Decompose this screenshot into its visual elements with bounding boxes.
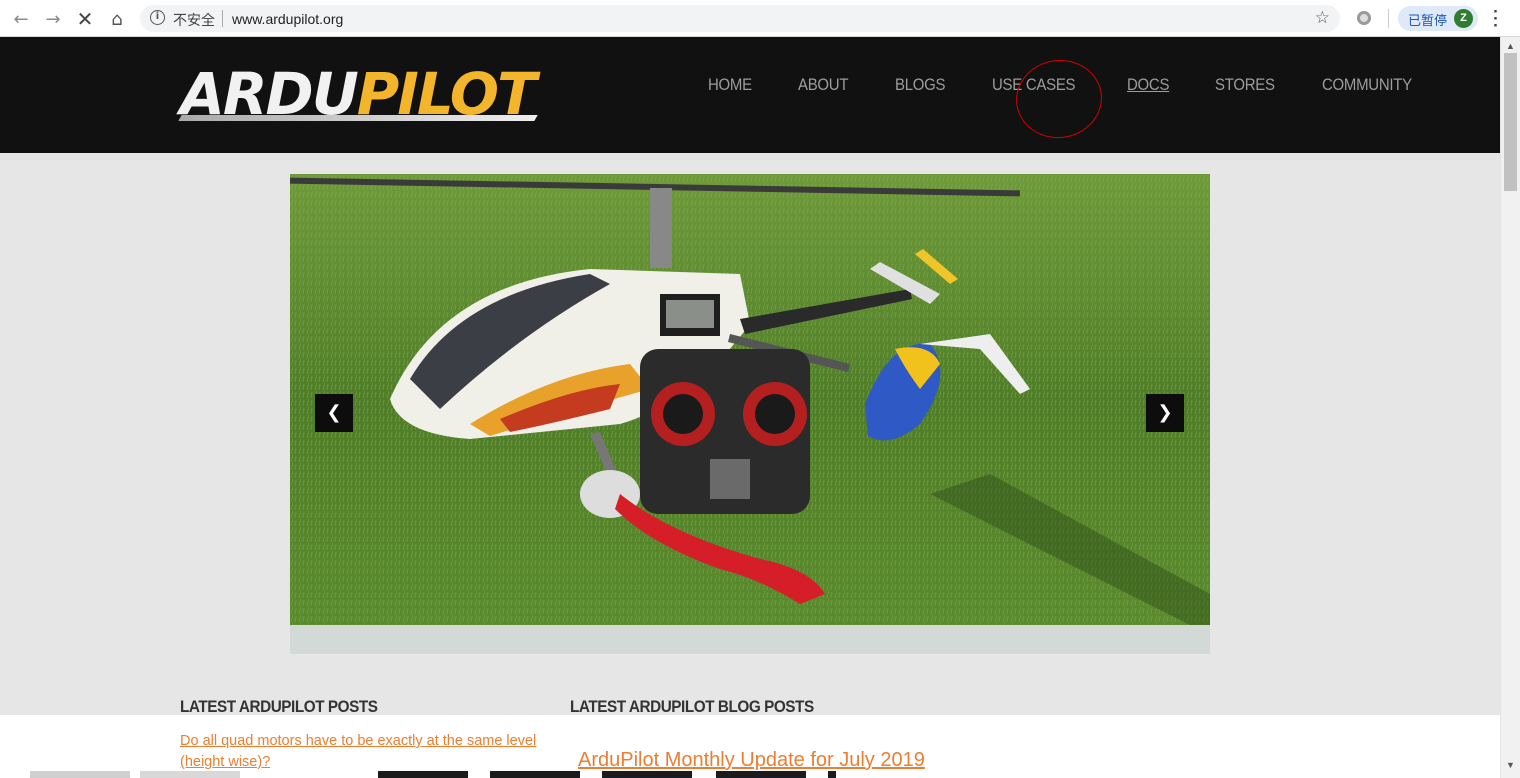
profile-status-label: 已暂停: [1408, 14, 1448, 29]
scroll-up-icon[interactable]: ▲: [1506, 41, 1515, 51]
carousel-slide-image: [290, 174, 1210, 625]
browser-menu-icon[interactable]: · · ·: [1489, 3, 1503, 34]
nav-home[interactable]: HOME: [708, 75, 752, 95]
latest-post-link[interactable]: Do all quad motors have to be exactly at…: [180, 731, 540, 773]
extension-icon[interactable]: [1357, 11, 1371, 25]
forward-icon[interactable]: →: [40, 6, 66, 32]
profile-button[interactable]: 已暂停 Z: [1398, 6, 1478, 31]
scroll-down-icon[interactable]: ▼: [1506, 760, 1515, 770]
nav-blogs[interactable]: BLOGS: [895, 75, 946, 95]
toolbar-divider: [1388, 9, 1389, 28]
chevron-right-icon[interactable]: ❯: [1146, 394, 1184, 432]
nav-docs[interactable]: DOCS: [1127, 75, 1169, 95]
avatar: Z: [1454, 9, 1473, 28]
nav-about[interactable]: ABOUT: [798, 75, 848, 95]
stop-loading-icon[interactable]: ✕: [72, 6, 98, 32]
url-text[interactable]: www.ardupilot.org: [232, 11, 343, 27]
logo-swoosh: [178, 115, 538, 121]
security-label: 不安全: [173, 13, 215, 29]
omnibox-divider: [222, 10, 223, 27]
chevron-left-icon[interactable]: ❮: [315, 394, 353, 432]
home-icon[interactable]: ⌂: [104, 6, 130, 32]
latest-blog-heading: LATEST ARDUPILOT BLOG POSTS: [570, 697, 814, 716]
bookmark-star-icon[interactable]: ☆: [1315, 8, 1330, 28]
browser-toolbar: ← → ✕ ⌂ i 不安全 www.ardupilot.org ☆ 已暂停 Z …: [0, 0, 1520, 37]
scroll-thumb[interactable]: [1504, 53, 1517, 191]
carousel-caption-bar: [290, 625, 1210, 654]
back-icon[interactable]: ←: [8, 6, 34, 32]
thumbnail-strip: [30, 771, 836, 778]
ardupilot-logo[interactable]: ARDUPILOT: [178, 65, 540, 123]
site-header: ARDUPILOT HOME ABOUT BLOGS USE CASES DOC…: [0, 37, 1500, 153]
page-scrollbar[interactable]: ▲ ▼: [1500, 37, 1520, 778]
latest-posts-heading: LATEST ARDUPILOT POSTS: [180, 697, 378, 716]
site-info-icon[interactable]: i: [150, 10, 165, 25]
hero-carousel: ❮ ❯: [290, 174, 1210, 654]
latest-blog-link[interactable]: ArduPilot Monthly Update for July 2019: [578, 749, 925, 772]
nav-community[interactable]: COMMUNITY: [1322, 75, 1412, 95]
nav-stores[interactable]: STORES: [1215, 75, 1275, 95]
address-bar[interactable]: i 不安全 www.ardupilot.org ☆: [140, 5, 1340, 32]
